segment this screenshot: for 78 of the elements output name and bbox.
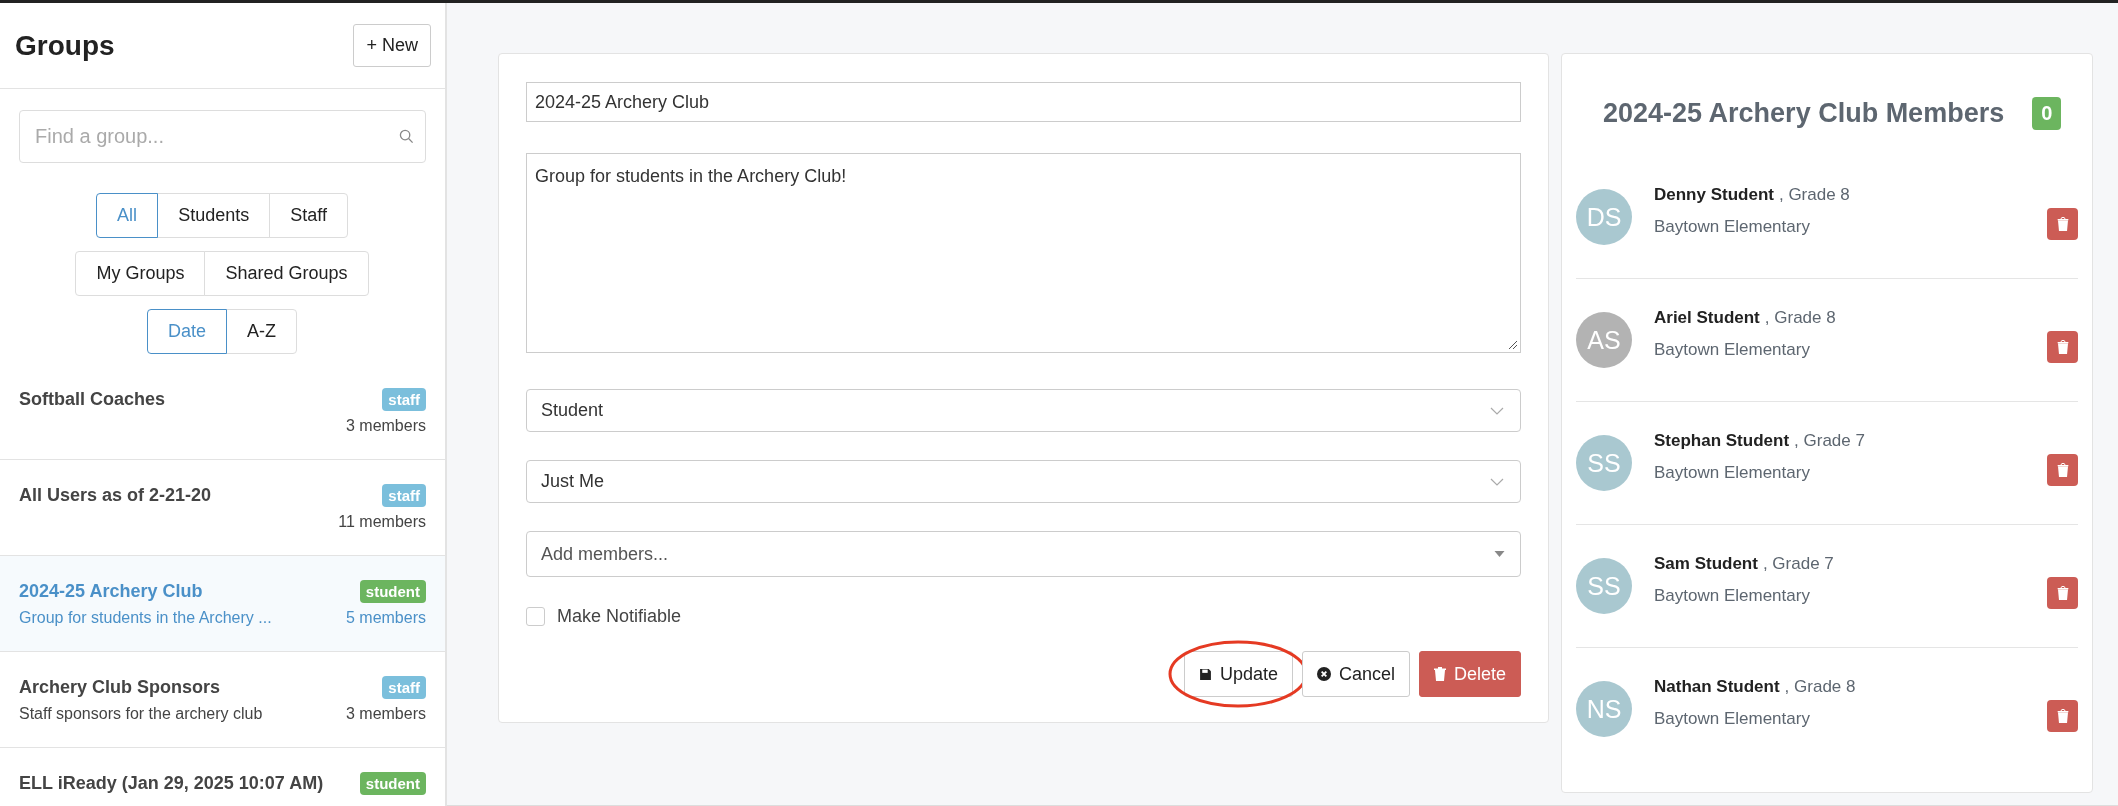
member-grade: , Grade 8 xyxy=(1778,185,1850,205)
member-school: Baytown Elementary xyxy=(1654,340,1811,360)
group-tag: staff xyxy=(382,388,426,411)
member-name: Denny Student xyxy=(1654,185,1774,205)
member-school: Baytown Elementary xyxy=(1654,709,1811,729)
name-field[interactable]: 2024-25 Archery Club xyxy=(526,82,1521,122)
search-field[interactable]: Find a group... xyxy=(19,110,426,163)
member-name: Ariel Student xyxy=(1654,308,1760,328)
remove-button[interactable] xyxy=(2047,700,2078,732)
cancel-button[interactable]: Cancel xyxy=(1301,651,1410,697)
remove-button[interactable] xyxy=(2047,577,2078,609)
new-button[interactable]: + New xyxy=(353,24,431,67)
trash-icon xyxy=(1433,667,1446,681)
group-description: Group for students in the Archery ... xyxy=(19,609,272,627)
member-grade: , Grade 8 xyxy=(1784,677,1856,697)
description-field[interactable]: Group for students in the Archery Club! xyxy=(526,153,1521,353)
notifiable-checkbox[interactable] xyxy=(526,607,545,626)
avatar: DS xyxy=(1576,189,1632,245)
remove-button[interactable] xyxy=(2047,454,2078,486)
avatar: SS xyxy=(1576,558,1632,614)
type-select[interactable]: Student xyxy=(526,389,1521,432)
group-tag: staff xyxy=(382,484,426,507)
trash-icon xyxy=(2056,217,2069,231)
description-text: Group for students in the Archery Club! xyxy=(535,166,847,186)
member-count: 5 members xyxy=(345,609,426,627)
save-icon xyxy=(1198,667,1212,681)
member-count: 3 members xyxy=(345,705,426,723)
group-tag: student xyxy=(359,580,426,603)
trash-icon xyxy=(2056,340,2069,354)
filter-button[interactable]: Shared Groups xyxy=(204,251,369,296)
group-item[interactable]: Softball Coaches staff 3 members xyxy=(0,364,445,460)
chevron-down-icon xyxy=(1490,406,1504,415)
search-icon xyxy=(399,129,414,144)
chevron-down-icon xyxy=(1490,477,1504,486)
member-grade: , Grade 7 xyxy=(1762,554,1834,574)
remove-button[interactable] xyxy=(2047,208,2078,240)
member-count: 3 members xyxy=(345,417,426,435)
group-description: Staff sponsors for the archery club xyxy=(19,705,263,723)
group-name: ELL iReady (Jan 29, 2025 10:07 AM) xyxy=(19,773,324,794)
member-grade: , Grade 8 xyxy=(1764,308,1836,328)
filter-button[interactable]: My Groups xyxy=(75,251,206,296)
member-school: Baytown Elementary xyxy=(1654,463,1811,483)
group-item[interactable]: Archery Club Sponsors staff Staff sponsors for the archery club 3 members xyxy=(0,652,445,748)
group-tag: staff xyxy=(382,676,426,699)
update-button[interactable]: Update xyxy=(1183,651,1293,697)
avatar: SS xyxy=(1576,435,1632,491)
member-name: Nathan Student xyxy=(1654,677,1780,697)
notifiable-label: Make Notifiable xyxy=(557,606,682,627)
group-tag: student xyxy=(359,772,426,795)
share-select[interactable]: Just Me xyxy=(526,460,1521,503)
members-title: 2024-25 Archery Club Members xyxy=(1603,97,2005,129)
resize-grip-icon[interactable] xyxy=(1508,340,1518,350)
caret-down-icon xyxy=(1494,551,1505,557)
member-count-badge: 0 xyxy=(2032,96,2062,130)
group-name: All Users as of 2-21-20 xyxy=(19,485,212,506)
trash-icon xyxy=(2056,709,2069,723)
filter-button[interactable]: A-Z xyxy=(226,309,297,354)
member-name: Sam Student xyxy=(1654,554,1758,574)
filter-button[interactable]: Staff xyxy=(269,193,348,238)
member-school: Baytown Elementary xyxy=(1654,217,1811,237)
member-count: 11 members xyxy=(338,513,426,531)
trash-icon xyxy=(2056,586,2069,600)
group-name: 2024-25 Archery Club xyxy=(19,581,203,602)
close-icon xyxy=(1316,667,1331,681)
member-name: Stephan Student xyxy=(1654,431,1790,451)
filter-button[interactable]: Students xyxy=(157,193,271,238)
delete-button[interactable]: Delete xyxy=(1418,651,1521,697)
add-members-field[interactable]: Add members... xyxy=(526,531,1521,577)
avatar: NS xyxy=(1576,681,1632,737)
member-school: Baytown Elementary xyxy=(1654,586,1811,606)
avatar: AS xyxy=(1576,312,1632,368)
group-item[interactable]: ELL iReady (Jan 29, 2025 10:07 AM) student xyxy=(0,748,445,806)
group-name: Archery Club Sponsors xyxy=(19,677,221,698)
group-name: Softball Coaches xyxy=(19,389,166,410)
member-grade: , Grade 7 xyxy=(1794,431,1865,451)
sidebar-title: Groups xyxy=(15,29,115,62)
trash-icon xyxy=(2056,463,2069,477)
remove-button[interactable] xyxy=(2047,331,2078,363)
